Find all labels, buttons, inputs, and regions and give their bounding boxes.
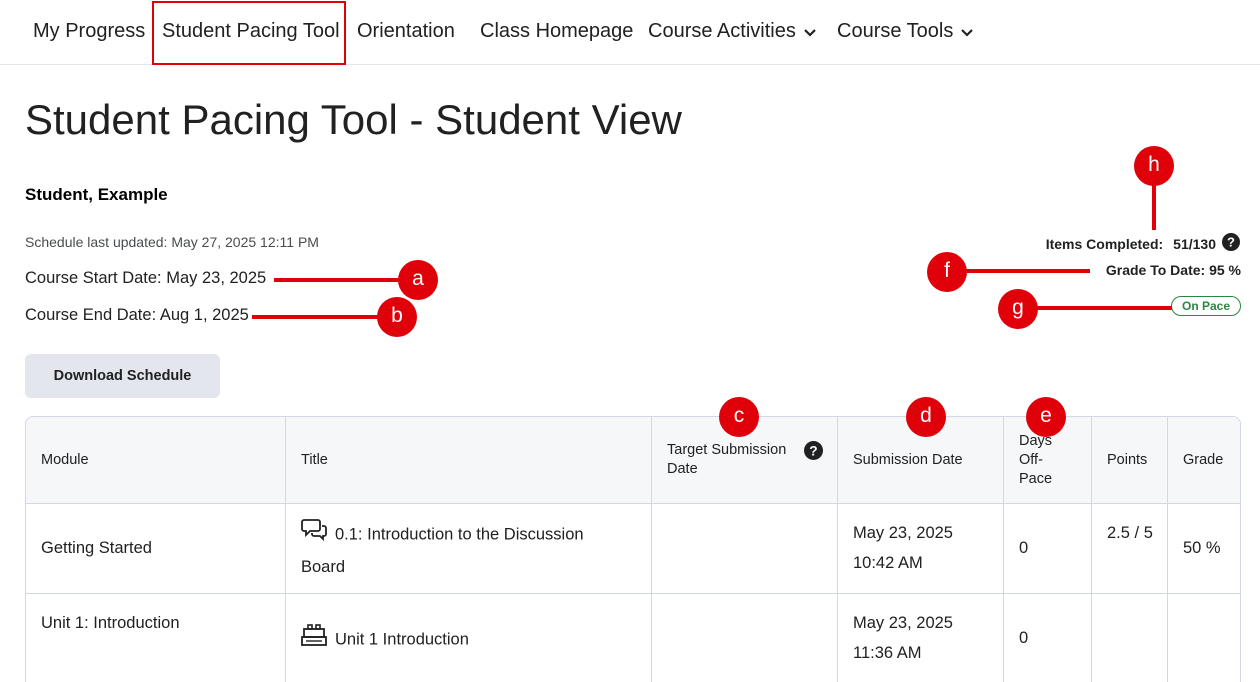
cell-title[interactable]: 0.1: Introduction to the Discussion Boar… [301,518,631,582]
course-end-date: Course End Date: Aug 1, 2025 [25,306,249,324]
svg-text:?: ? [1227,235,1235,250]
cell-module: Unit 1: Introduction [41,614,180,632]
annotation-line [274,278,404,282]
course-start-date: Course Start Date: May 23, 2025 [25,269,267,287]
pacing-table: Module Title Target Submission Date ? Su… [25,416,1241,682]
help-icon[interactable]: ? [1222,233,1240,254]
header-submission-date[interactable]: Submission Date [853,451,963,470]
nav-course-activities[interactable]: Course Activities [648,20,816,43]
annotation-h: h [1134,146,1174,186]
header-grade[interactable]: Grade [1183,451,1223,470]
cell-days-off-pace: 0 [1019,629,1029,647]
header-target-submission-date[interactable]: Target Submission Date [667,441,797,479]
header-module[interactable]: Module [41,451,89,470]
cell-days-off-pace: 0 [1019,539,1029,557]
cell-submission-date: May 23, 2025 10:42 AM [853,524,953,572]
annotation-a: a [398,260,438,300]
grade-to-date: Grade To Date: 95 % [1105,262,1241,278]
cell-title[interactable]: Unit 1 Introduction [301,623,631,657]
schedule-updated: Schedule last updated: May 27, 2025 12:1… [25,234,319,250]
course-navbar: My Progress Student Pacing Tool Orientat… [0,0,1260,65]
item-title-link[interactable]: Unit 1 Introduction [335,630,469,648]
nav-my-progress[interactable]: My Progress [33,20,145,43]
annotation-line [252,315,384,319]
annotation-g: g [998,289,1038,329]
cell-points: 2.5 / 5 [1107,524,1153,542]
lego-brick-icon [301,623,327,657]
svg-text:?: ? [809,443,817,458]
annotation-e: e [1026,397,1066,437]
nav-student-pacing-tool[interactable]: Student Pacing Tool [162,20,340,43]
nav-course-tools[interactable]: Course Tools [837,20,974,43]
nav-course-activities-label: Course Activities [648,20,796,42]
annotation-line [1152,182,1156,230]
items-completed-value: 51/130 [1173,235,1216,252]
chevron-down-icon [804,20,816,43]
annotation-c: c [719,397,759,437]
nav-orientation[interactable]: Orientation [357,20,455,43]
item-title-link[interactable]: 0.1: Introduction to the Discussion Boar… [301,525,584,576]
items-completed-label: Items Completed: [1045,235,1164,252]
header-days-off-pace[interactable]: Days Off-Pace [1019,432,1061,489]
cell-module: Getting Started [41,539,152,557]
download-schedule-button[interactable]: Download Schedule [25,354,220,398]
pace-status-badge: On Pace [1171,296,1241,316]
annotation-line [1030,306,1172,310]
cell-submission-date: May 23, 2025 11:36 AM [853,614,953,662]
nav-class-homepage[interactable]: Class Homepage [480,20,633,43]
help-icon[interactable]: ? [804,441,823,465]
annotation-b: b [377,297,417,337]
student-name: Student, Example [25,185,168,204]
annotation-line [960,269,1090,273]
discussion-icon [301,518,327,552]
items-completed: Items Completed: 51/130 ? [1046,233,1240,254]
header-points[interactable]: Points [1107,451,1147,470]
header-title[interactable]: Title [301,451,328,470]
annotation-d: d [906,397,946,437]
page-title: Student Pacing Tool - Student View [25,96,682,143]
cell-grade: 50 % [1183,539,1221,557]
nav-course-tools-label: Course Tools [837,20,954,42]
chevron-down-icon [961,20,974,43]
annotation-f: f [927,252,967,292]
